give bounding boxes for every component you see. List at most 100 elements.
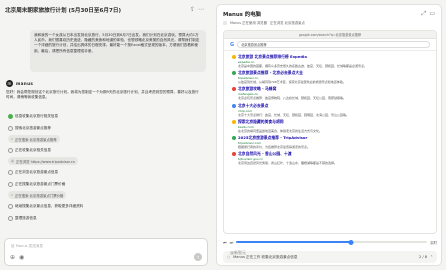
browser-icon: ◎ [11,159,14,163]
computer-pane: Manus 的电脑 ⤢ ▭ Manus 正在使用 浏览器 正在浏览 北京旅游景点… [216,4,442,266]
pending-icon [8,215,13,221]
tool-pill-label: 正在搜索 北京旅游景点门票价格 [14,193,64,198]
tool-pill-row: ⌕ 正在搜索 北京旅游景点推荐 [8,134,196,144]
result-snippet: 北京十大景点排行：故宫、长城、天坛、颐和园、圆明园、北海公园、景山公园等。 [238,112,350,117]
tool-pill[interactable]: ◎ 正在浏览 https://www.tripadvisor.cn [8,157,78,165]
search-icon: ⌕ [11,193,13,197]
search-results: 北京旅游 北京景点推荐排行榜 Expedia expedia.cn 北京是中国的首都… [224,51,436,170]
search-result[interactable]: 北京十大必去景点 ctrip.com 北京十大景点排行：故宫、长城、天坛、颐和园、圆… [232,103,428,117]
search-result[interactable]: 北京旅游 北京景点推荐排行榜 Expedia expedia.cn 北京是中国的首都… [232,54,428,68]
site-favicon-icon [232,136,236,141]
chevron-up-icon[interactable]: ⌃ [430,255,433,259]
url-text: google.com/search?q=北京旅游景点推荐 [298,33,362,37]
site-favicon-icon [232,71,236,76]
more-icon[interactable]: ⋯ [198,7,204,13]
agent-name: manus [16,81,34,86]
result-snippet: 在北京的胡同里品尝地道美食，体验老北京的生活方式与文化。 [238,128,323,133]
search-result[interactable]: 北京自然风光 - 香山公园、十渡 bjtourism.gov.cn 北京周边自然风光… [232,151,428,165]
computer-status: Manus 正在使用 浏览器 正在浏览 北京旅游景点 [223,20,305,25]
search-result[interactable]: 北京旅游景点推荐 - 北京必去景点大全 tripadvisor.cn 从故宫到长城，… [232,70,428,84]
agent-header: m manus [6,80,33,87]
computer-status-text: 正在浏览 北京旅游景点 [269,21,305,25]
task-label: 信息收集北京旅行相关信息 [15,113,59,118]
task-list: 信息收集北京旅行相关信息 搜索北京旅游景点推荐 ⌕ 正在搜索 北京旅游景点推荐 … [8,110,196,224]
result-snippet: 北京是中国的首都，拥有众多历史悠久的名胜古迹，故宫、天坛、颐和园、长城等都是必游… [238,64,368,68]
agent-message: 您好！我会帮您规划这个北京旅行计划。我将为您制定一个为期9天的北京旅行计划，并且… [6,90,199,100]
task-item[interactable]: 正在收集北京相关信息 [8,144,196,156]
watermark: @新智元 [230,250,246,255]
pending-icon [8,181,13,187]
task-item[interactable]: 正在搜集北京旅游景点门票价格 [8,178,196,190]
prev-icon[interactable]: ⏮ [223,240,227,245]
browser-icon [223,20,227,25]
browser-view: google.com/search?q=北京旅游景点推荐 G 北京旅游景点推荐 … [223,30,437,234]
timeline-track[interactable] [236,239,428,245]
task-label: 正在收集北京相关信息 [15,147,51,152]
live-label[interactable]: 实时 [430,240,437,245]
tool-pill[interactable]: ⌕ 正在搜索 北京旅游景点门票价格 [8,191,67,199]
message-input-box[interactable]: 给 Manus 发送消息 ⊕ ◉ ↑ [4,238,208,266]
search-result[interactable]: 探索北京隐藏的美食与胡同 baidu.com 在北京的胡同里品尝地道美食，体验老北京… [232,119,428,133]
google-logo-icon: G [230,41,235,48]
task-label: 继续搜集北京景点信息，获取更多详细资料 [15,203,84,208]
result-title-text[interactable]: 探索北京隐藏的美食与胡同 [238,119,284,125]
result-snippet: 北京周边自然风光秀丽，香山红叶、十渡山水、雁栖湖等都是不错的选择。 [238,161,338,166]
current-step-bar[interactable]: ◌ Manus 正在工作 收集北京旅游景点信息 2 / 8 ⌃ [223,251,437,263]
search-result[interactable]: 2025北京旅游景点推荐 - TripAdvisor tripadvisor.co… [232,135,428,149]
timeline-handle[interactable] [348,239,354,245]
chat-pane: 北京周末朝家旅旅行计划 (5月30日至6月7日) ⇪ ⋯ 我和我的一个女孩从日本… [0,0,212,270]
message-input[interactable]: 给 Manus 发送消息 [11,244,43,249]
pending-icon [8,125,13,131]
chat-header: 北京周末朝家旅旅行计划 (5月30日至6月7日) ⇪ ⋯ [5,4,204,16]
minimize-icon[interactable]: ▭ [429,10,435,17]
attach-icon[interactable]: ⊕ [10,255,15,261]
search-result[interactable]: 北京旅游攻略 - 马蜂窝 mafengwo.cn 北京必玩景点推荐：故宫博物院、八达… [232,86,428,100]
tool-pill-row: ◎ 正在浏览 https://www.tripadvisor.cn [8,156,196,166]
result-snippet: 根据旅行者的评价，为您推荐北京最值得游览的景点。 [238,145,311,150]
manus-logo-icon: m [6,80,13,87]
tool-pill-row: ⌕ 正在搜索 北京旅游景点门票价格 [8,190,196,200]
computer-header-icons: ⤢ ▭ [422,10,435,17]
result-snippet: 从故宫到长城，从胡同到798艺术区，探索北京最受欢迎的旅游景点和地道体验。 [238,80,346,85]
mic-icon[interactable]: ◉ [19,255,24,261]
result-title-text[interactable]: 北京十大必去景点 [238,103,268,109]
task-item[interactable]: 继续搜集北京景点信息，获取更多详细资料 [8,200,196,212]
task-item[interactable]: 整理旅游信息 [8,212,196,224]
input-tools: ⊕ ◉ [10,255,24,261]
pending-icon [8,169,13,175]
task-item[interactable]: 信息收集北京旅行相关信息 [8,110,196,122]
timeline-progress [236,241,351,243]
site-favicon-icon [232,55,236,59]
check-icon [8,113,13,119]
share-icon[interactable]: ⇪ [190,7,195,13]
computer-header: Manus 的电脑 ⤢ ▭ [223,9,435,18]
task-label: 正在浏览北京旅游景点信息 [15,169,59,174]
site-favicon-icon [232,103,236,108]
browser-url-bar: google.com/search?q=北京旅游景点推荐 [224,31,436,39]
chat-title: 北京周末朝家旅旅行计划 (5月30日至6月7日) [5,8,122,14]
task-item[interactable]: 正在浏览北京旅游景点信息 [8,166,196,178]
step-count: 2 / 8 [418,255,427,259]
user-message: 我和我的一个女孩从日本出发到北京旅行，5月30日到6月7日出发。我们计划在北京游… [30,30,206,72]
expand-icon[interactable]: ⤢ [422,10,427,17]
task-label: 搜索北京旅游景点推荐 [15,125,51,130]
tool-pill-label: 正在浏览 https://www.tripadvisor.cn [15,159,75,164]
result-snippet: 北京必玩景点推荐：故宫博物院、八达岭长城、颐和园、天坛公园、南锣鼓巷等。 [238,96,347,101]
site-favicon-icon [232,152,236,157]
search-bar: G 北京旅游景点推荐 [224,39,436,51]
pending-icon [8,203,13,209]
computer-title: Manus 的电脑 [223,11,261,18]
app-window: 北京周末朝家旅旅行计划 (5月30日至6月7日) ⇪ ⋯ 我和我的一个女孩从日本… [0,0,446,270]
send-button[interactable]: ↑ [194,253,202,261]
search-icon: ⌕ [11,137,13,141]
task-label: 整理旅游信息 [15,215,37,220]
site-favicon-icon [232,119,236,124]
computer-sub: Manus 正在使用 浏览器 [230,21,267,25]
next-icon[interactable]: ⏭ [230,240,234,245]
task-item[interactable]: 搜索北京旅游景点推荐 [8,122,196,134]
search-query[interactable]: 北京旅游景点推荐 [237,41,430,48]
tool-pill[interactable]: ⌕ 正在搜索 北京旅游景点推荐 [8,135,60,143]
tool-pill-label: 正在搜索 北京旅游景点推荐 [14,137,57,142]
playback-timeline: ⏮ ⏭ 实时 [223,237,437,247]
chat-header-icons: ⇪ ⋯ [190,7,204,13]
